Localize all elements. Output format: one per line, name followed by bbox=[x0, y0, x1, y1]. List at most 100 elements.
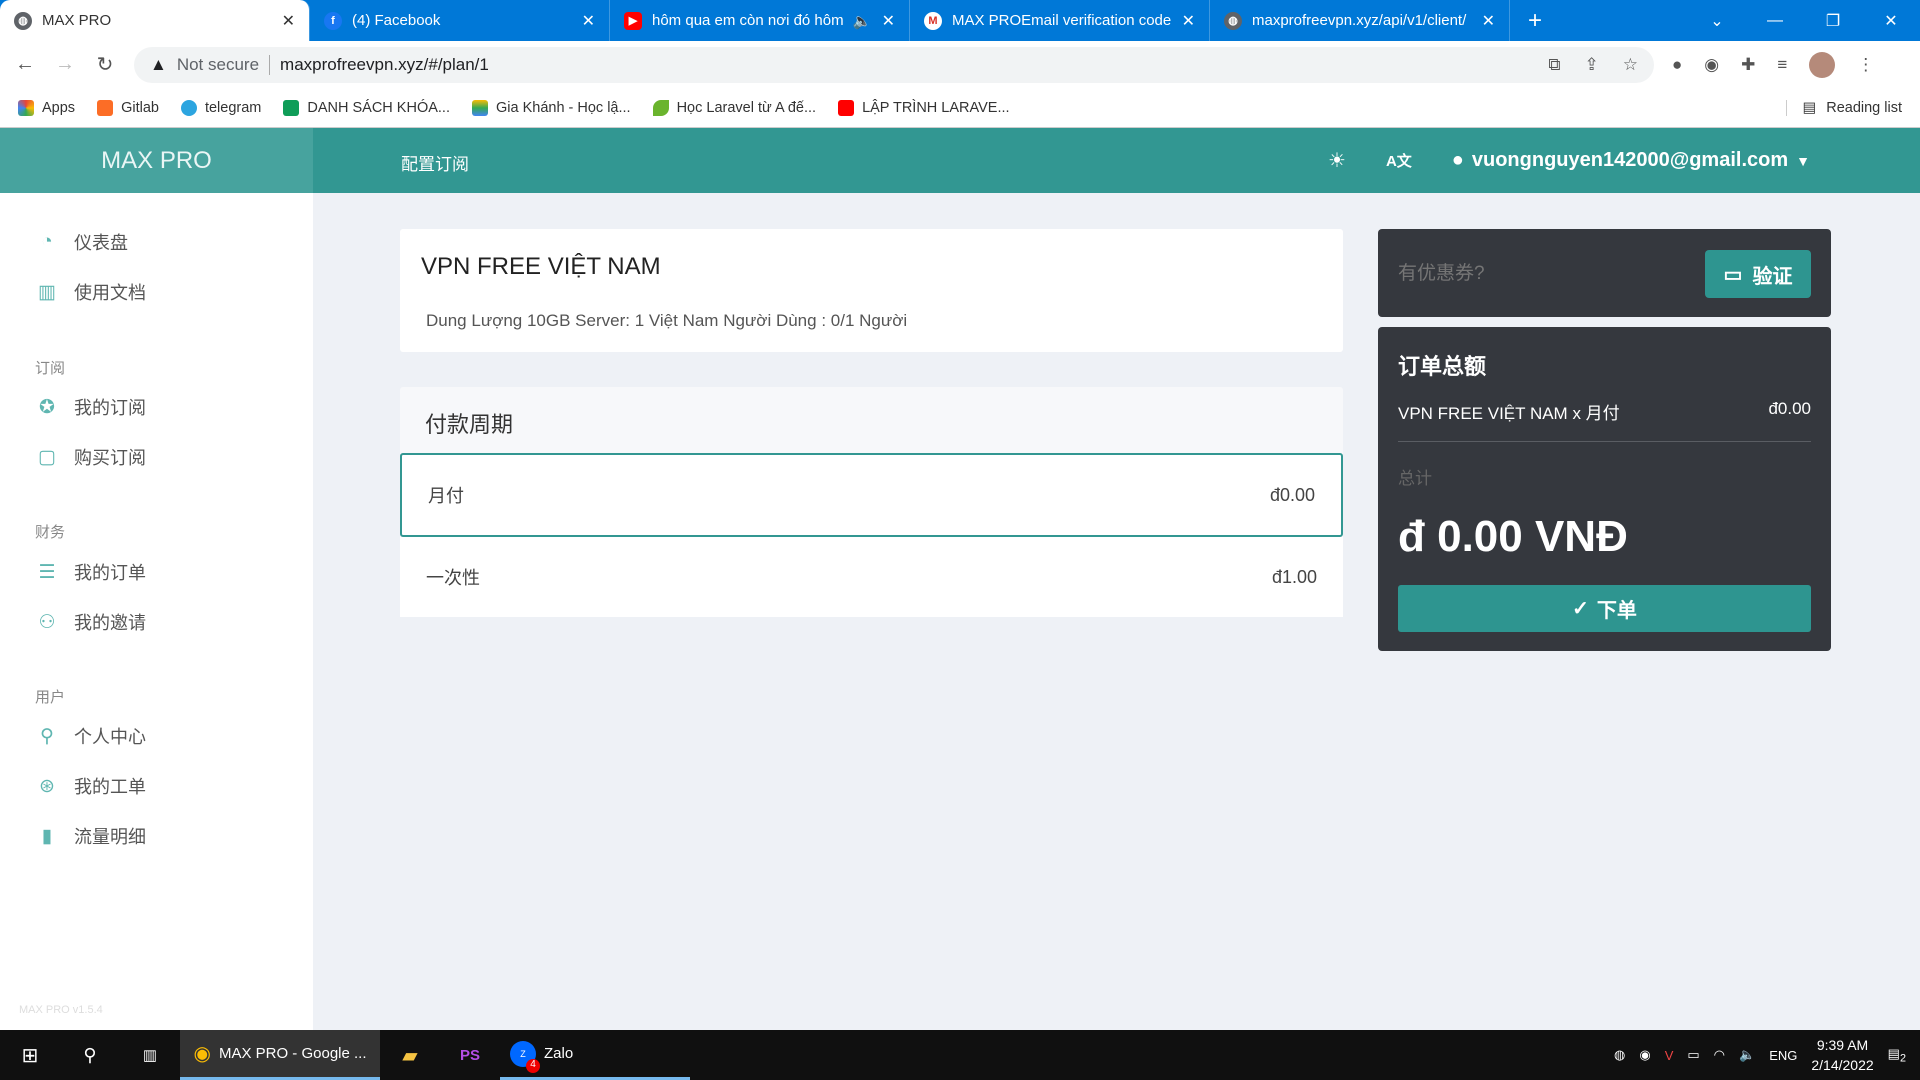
sidebar-item-profile[interactable]: ⚲ 个人中心 bbox=[36, 723, 146, 749]
bookmark-youtube[interactable]: LẬP TRÌNH LARAVE... bbox=[838, 99, 1010, 116]
vivaldi-tray-icon[interactable]: V bbox=[1665, 1048, 1674, 1063]
taskbar-zalo[interactable]: Z 4 Zalo bbox=[500, 1030, 690, 1080]
sidebar-item-buy-subscription[interactable]: ▢ 购买订阅 bbox=[36, 444, 146, 470]
zalo-tray-icon[interactable]: ◍ bbox=[1614, 1047, 1625, 1063]
minimize-button[interactable]: — bbox=[1746, 12, 1804, 30]
share-icon[interactable]: ⇪ bbox=[1585, 55, 1599, 75]
extensions-icon[interactable]: ✚ bbox=[1741, 55, 1755, 75]
language-indicator[interactable]: ENG bbox=[1769, 1048, 1797, 1063]
tab-search-icon[interactable]: ⌄ bbox=[1688, 11, 1746, 31]
tab-gmail[interactable]: M MAX PROEmail verification code ✕ bbox=[910, 0, 1210, 41]
tab-title: MAX PROEmail verification code bbox=[952, 12, 1172, 29]
bookmark-gitlab[interactable]: Gitlab bbox=[97, 99, 159, 116]
sidebar-item-label: 个人中心 bbox=[74, 727, 146, 747]
battery-icon[interactable]: ▭ bbox=[1687, 1047, 1699, 1063]
tab-api[interactable]: ◍ maxprofreevpn.xyz/api/v1/client/ ✕ bbox=[1210, 0, 1510, 41]
language-icon[interactable]: A文 bbox=[1386, 150, 1412, 171]
order-summary-title: 订单总额 bbox=[1398, 354, 1487, 379]
phpstorm-icon[interactable]: PS bbox=[440, 1030, 500, 1080]
close-window-button[interactable]: ✕ bbox=[1862, 11, 1920, 31]
sidebar-item-tickets[interactable]: ⊛ 我的工单 bbox=[36, 773, 146, 799]
forward-button[interactable]: → bbox=[54, 53, 76, 76]
taskbar-chrome-label: MAX PRO - Google ... bbox=[218, 1045, 367, 1062]
sidebar-item-docs[interactable]: ▥ 使用文档 bbox=[36, 279, 146, 305]
coupon-card: ▭ 验证 bbox=[1378, 229, 1831, 317]
cycle-option-onetime[interactable]: 一次性 đ1.00 bbox=[400, 537, 1343, 617]
cycle-option-monthly[interactable]: 月付 đ0.00 bbox=[400, 453, 1343, 537]
verify-coupon-button[interactable]: ▭ 验证 bbox=[1705, 250, 1811, 298]
back-button[interactable]: ← bbox=[14, 53, 36, 76]
cycle-price: đ1.00 bbox=[1271, 566, 1317, 587]
cycle-label: 月付 bbox=[428, 486, 464, 506]
wifi-icon[interactable]: ◠ bbox=[1714, 1047, 1725, 1063]
facebook-icon: f bbox=[324, 11, 342, 30]
app-header: MAX PRO 配置订阅 ☀ A文 ● vuongnguyen142000@gma… bbox=[0, 128, 1920, 193]
tab-facebook[interactable]: f (4) Facebook ✕ bbox=[310, 0, 610, 41]
tab-title: maxprofreevpn.xyz/api/v1/client/ bbox=[1252, 12, 1467, 29]
coupon-input[interactable] bbox=[1398, 263, 1678, 285]
bag-icon: ▢ bbox=[38, 446, 56, 468]
sidebar-item-dashboard[interactable]: ◔ 仪表盘 bbox=[36, 229, 128, 255]
gitlab-icon bbox=[97, 99, 114, 116]
cookie-extension-icon[interactable]: ● bbox=[1672, 55, 1682, 75]
tab-title: (4) Facebook bbox=[352, 12, 441, 29]
close-tab-icon[interactable]: ✕ bbox=[1182, 11, 1195, 31]
start-button[interactable]: ⊞ bbox=[0, 1030, 60, 1080]
close-tab-icon[interactable]: ✕ bbox=[882, 11, 895, 31]
new-tab-button[interactable]: + bbox=[1510, 0, 1560, 41]
theme-toggle-icon[interactable]: ☀ bbox=[1328, 148, 1346, 173]
clock[interactable]: 9:39 AM 2/14/2022 bbox=[1811, 1035, 1873, 1075]
audio-icon[interactable]: 🔈 bbox=[853, 12, 872, 30]
volume-icon[interactable]: 🔈 bbox=[1739, 1047, 1755, 1063]
close-tab-icon[interactable]: ✕ bbox=[582, 11, 595, 31]
task-view-icon[interactable]: ▥ bbox=[120, 1030, 180, 1080]
sidebar-item-orders[interactable]: ☰ 我的订单 bbox=[36, 559, 146, 585]
url-text[interactable]: maxprofreevpn.xyz/#/plan/1 bbox=[280, 55, 489, 75]
reading-list[interactable]: ▤ Reading list bbox=[1785, 99, 1902, 116]
reload-button[interactable]: ↻ bbox=[94, 52, 116, 77]
bookmark-label: telegram bbox=[204, 99, 262, 116]
close-tab-icon[interactable]: ✕ bbox=[1482, 11, 1495, 31]
place-order-button[interactable]: ✓ 下单 bbox=[1398, 585, 1811, 632]
tab-youtube[interactable]: ▶ hôm qua em còn nơi đó hôm 🔈 ✕ bbox=[610, 0, 910, 41]
idm-extension-icon[interactable]: ◉ bbox=[1704, 55, 1719, 75]
address-bar[interactable]: ▲ Not secure maxprofreevpn.xyz/#/plan/1 … bbox=[134, 46, 1654, 83]
translate-icon[interactable]: ⧉ bbox=[1548, 55, 1560, 75]
brand-logo[interactable]: MAX PRO bbox=[0, 128, 313, 193]
plan-description: Dung Lượng 10GB Server: 1 Việt Nam Người… bbox=[426, 311, 908, 330]
sidebar-item-my-subscription[interactable]: ✪ 我的订阅 bbox=[36, 394, 146, 420]
bookmark-star-icon[interactable]: ☆ bbox=[1623, 55, 1638, 75]
bookmark-laravel[interactable]: Học Laravel từ A đế... bbox=[652, 99, 817, 116]
file-explorer-icon[interactable]: ▰ bbox=[380, 1030, 440, 1080]
bookmark-apps[interactable]: Apps bbox=[18, 99, 75, 116]
profile-avatar[interactable] bbox=[1809, 51, 1836, 78]
user-menu[interactable]: ● vuongnguyen142000@gmail.com ▼ bbox=[1452, 149, 1810, 172]
windows-taskbar: ⊞ ⚲ ▥ ◉ MAX PRO - Google ... ▰ PS Z 4 Zalo … bbox=[0, 1030, 1920, 1080]
bookmark-label: Học Laravel từ A đế... bbox=[676, 99, 817, 116]
bar-chart-icon: ▮ bbox=[41, 825, 53, 847]
taskbar-chrome[interactable]: ◉ MAX PRO - Google ... bbox=[180, 1030, 380, 1080]
section-heading: 订阅 bbox=[35, 360, 66, 377]
menu-icon[interactable]: ⋮ bbox=[1857, 55, 1874, 75]
notification-icon[interactable]: ▤2 bbox=[1888, 1046, 1906, 1065]
bookmark-telegram[interactable]: telegram bbox=[180, 99, 262, 116]
sidebar-item-invites[interactable]: ⚇ 我的邀请 bbox=[36, 609, 146, 635]
search-icon[interactable]: ⚲ bbox=[60, 1030, 120, 1080]
tab-title: hôm qua em còn nơi đó hôm bbox=[652, 12, 843, 29]
sidebar-item-label: 我的邀请 bbox=[74, 613, 146, 633]
restore-button[interactable]: ❐ bbox=[1804, 11, 1862, 31]
divider bbox=[1398, 441, 1811, 442]
bookmark-sheet[interactable]: DANH SÁCH KHÓA... bbox=[283, 99, 450, 116]
sidebar-item-traffic[interactable]: ▮ 流量明细 bbox=[36, 823, 146, 849]
bookmarks-bar: Apps Gitlab telegram DANH SÁCH KHÓA... G… bbox=[0, 88, 1920, 128]
idm-tray-icon[interactable]: ◉ bbox=[1639, 1047, 1650, 1063]
bookmark-drive[interactable]: Gia Khánh - Học lậ... bbox=[471, 99, 631, 116]
tab-max-pro[interactable]: ◍ MAX PRO ✕ bbox=[0, 0, 310, 41]
zalo-icon: Z4 bbox=[510, 1040, 540, 1073]
youtube-icon bbox=[838, 99, 855, 116]
media-icon[interactable]: ≡ bbox=[1777, 55, 1787, 75]
tab-title: MAX PRO bbox=[42, 12, 112, 29]
close-tab-icon[interactable]: ✕ bbox=[282, 11, 295, 31]
security-label[interactable]: Not secure bbox=[177, 55, 259, 75]
section-heading: 财务 bbox=[35, 524, 66, 541]
